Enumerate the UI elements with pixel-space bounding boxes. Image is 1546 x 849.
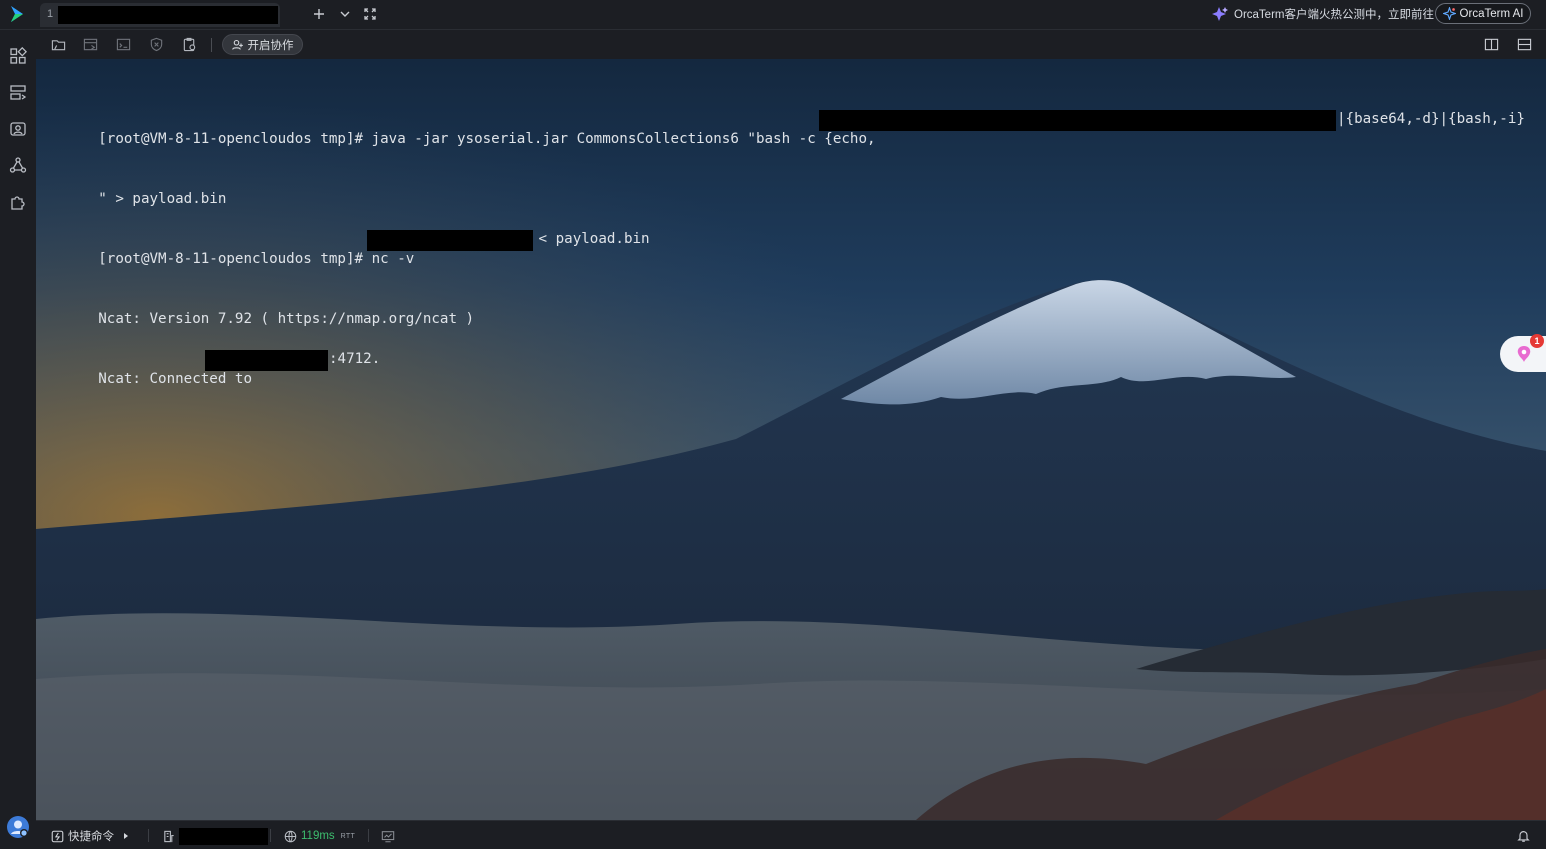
assistant-icon: [1517, 346, 1531, 362]
terminal-line-1: [root@VM-8-11-opencloudos tmp]# java -ja…: [47, 109, 1536, 147]
plus-icon[interactable]: [311, 6, 327, 22]
assistant-float-button[interactable]: 1: [1500, 334, 1546, 372]
monitor-button[interactable]: [381, 828, 395, 844]
snippet-icon[interactable]: [116, 37, 131, 52]
terminal-line-5: Ncat: Connected to :4712.: [47, 349, 1536, 387]
ai-button-label: OrcaTerm AI: [1459, 7, 1524, 20]
monitor-icon: [381, 830, 395, 842]
left-sidebar: [0, 30, 37, 849]
orcaterm-logo-icon: [11, 6, 23, 22]
user-avatar[interactable]: [7, 816, 29, 838]
ncat-version-output: Ncat: Version 7.92 ( https://nmap.org/nc…: [98, 311, 475, 327]
terminal-line-3: [root@VM-8-11-opencloudos tmp]# nc -v < …: [47, 229, 1536, 267]
notification-badge: 1: [1530, 334, 1544, 348]
quick-commands-label: 快捷命令: [68, 831, 114, 843]
tab-title-redacted: [58, 6, 278, 24]
caret-right-icon: [124, 833, 128, 839]
command-nc-tail: < payload.bin: [530, 231, 650, 247]
file-transfer-icon[interactable]: [83, 37, 98, 52]
redacted-connected-host: [205, 350, 328, 371]
status-divider: [148, 829, 149, 842]
server-list-icon[interactable]: [9, 84, 27, 102]
command-ysoserial-tail: |{base64,-d}|{bash,-i}: [1337, 111, 1525, 127]
terminal-line-4: Ncat: Version 7.92 ( https://nmap.org/nc…: [47, 289, 1536, 327]
redacted-host-ip: [179, 827, 268, 845]
dashboard-icon[interactable]: [9, 47, 27, 65]
latency-unit: RTT: [340, 832, 356, 840]
ncat-connected-output: Ncat: Connected to: [98, 371, 261, 387]
plugin-puzzle-icon[interactable]: [9, 193, 27, 211]
promo-text: OrcaTerm客户端火热公测中，立即前往: [1234, 9, 1434, 21]
latency-value: 119ms: [301, 830, 335, 842]
chevron-down-icon[interactable]: [337, 6, 353, 22]
toolbar-divider: [211, 38, 212, 52]
ncat-connected-port: :4712.: [329, 351, 381, 367]
status-bar: 快捷命令 119ms RTT: [36, 820, 1546, 849]
lightning-icon: [51, 830, 64, 842]
session-toolbar: 开启协作: [36, 30, 1546, 59]
tab-index: 1: [47, 8, 54, 20]
status-divider: [270, 829, 271, 842]
sparkle-icon: [1212, 7, 1228, 21]
session-tab[interactable]: 1: [40, 3, 280, 27]
redacted-target-address: [367, 230, 533, 251]
folder-icon[interactable]: [51, 37, 66, 52]
notification-bell-button[interactable]: [1517, 828, 1530, 844]
command-redirect: " > payload.bin: [98, 191, 227, 207]
collaboration-label: 开启协作: [247, 39, 294, 52]
network-topology-icon[interactable]: [9, 156, 27, 174]
terminal-pane[interactable]: [root@VM-8-11-opencloudos tmp]# java -ja…: [36, 59, 1546, 820]
host-info[interactable]: [163, 827, 268, 845]
terminal-output[interactable]: [root@VM-8-11-opencloudos tmp]# java -ja…: [47, 69, 1536, 409]
command-ysoserial: [root@VM-8-11-opencloudos tmp]# java -ja…: [98, 131, 876, 147]
collaboration-button[interactable]: 开启协作: [222, 34, 303, 55]
server-icon: [164, 830, 174, 842]
redacted-base64-payload: [819, 110, 1336, 131]
record-icon[interactable]: [149, 37, 164, 52]
ai-sparkle-icon: [1442, 7, 1456, 20]
status-divider: [368, 829, 369, 842]
terminal-line-2: " > payload.bin: [47, 169, 1536, 207]
tab-bar: 1 OrcaTerm客户端火热公测中，立即前往 OrcaTerm AI: [0, 0, 1546, 30]
quick-commands-button[interactable]: 快捷命令: [51, 828, 130, 844]
split-horizontal-icon[interactable]: [1517, 37, 1532, 52]
orcaterm-ai-button[interactable]: OrcaTerm AI: [1435, 3, 1531, 24]
terminal-session-icon[interactable]: [9, 120, 27, 138]
command-nc: [root@VM-8-11-opencloudos tmp]# nc -v: [98, 251, 423, 267]
bell-icon: [1517, 831, 1530, 842]
fullscreen-icon[interactable]: [362, 6, 378, 22]
collaboration-icon: [231, 39, 243, 50]
promo-banner[interactable]: OrcaTerm客户端火热公测中，立即前往: [1211, 5, 1434, 23]
split-vertical-icon[interactable]: [1484, 37, 1499, 52]
globe-icon: [284, 830, 297, 842]
latency-indicator[interactable]: 119ms RTT: [284, 828, 355, 844]
clipboard-settings-icon[interactable]: [182, 37, 197, 52]
